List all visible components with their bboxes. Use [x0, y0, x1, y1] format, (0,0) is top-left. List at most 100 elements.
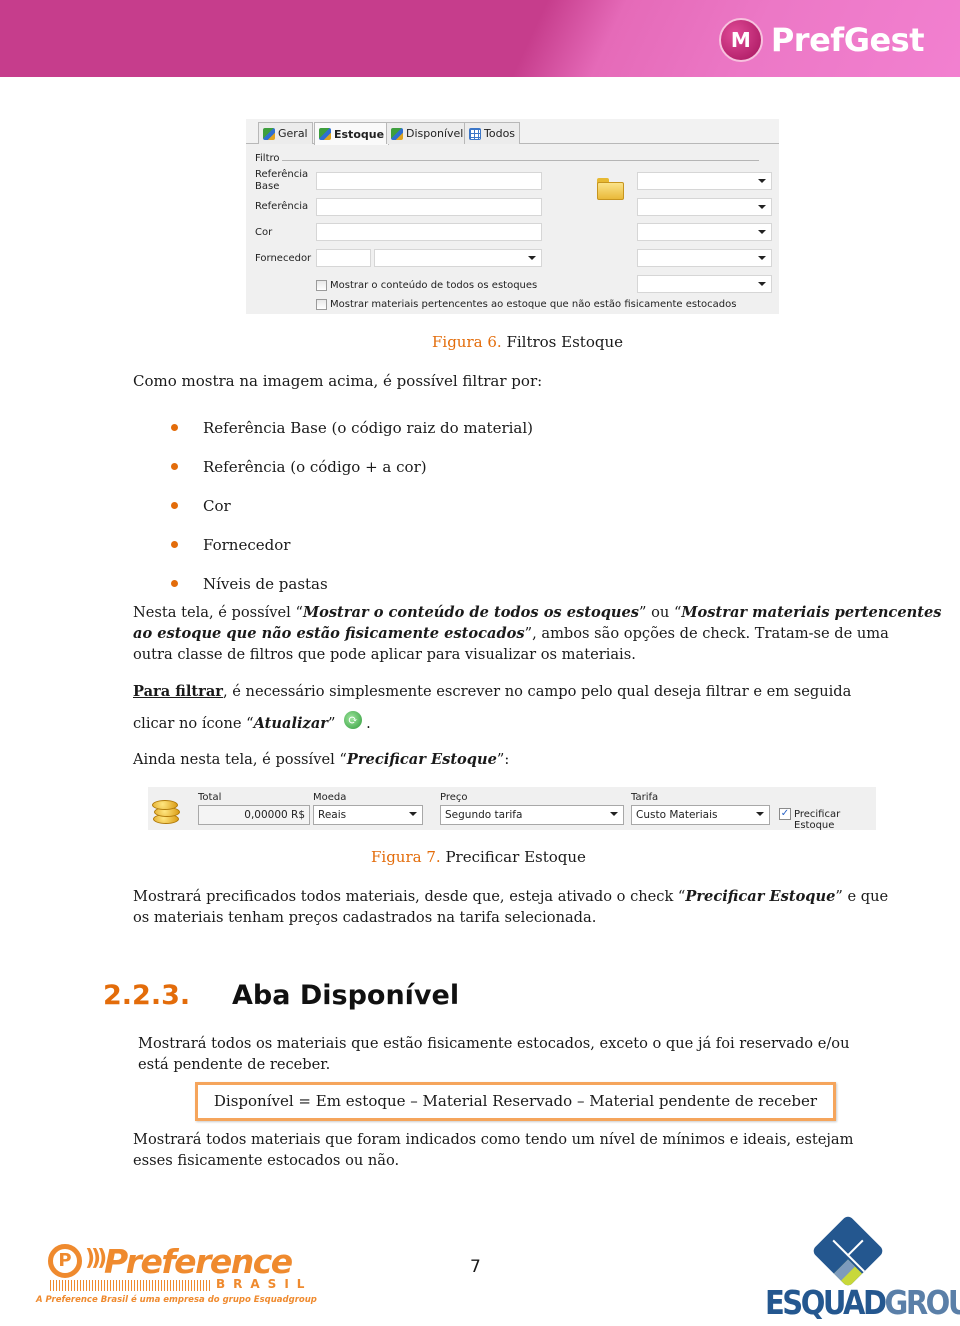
prefgest-logo: M PrefGest [718, 18, 925, 62]
text: ”: [496, 751, 510, 768]
show-all-stocks-label: Mostrar o conteúdo de todos os estoques [330, 280, 538, 291]
tab-todos[interactable]: Todos [464, 122, 521, 144]
referencia-label: Referência [255, 201, 309, 212]
moeda-select-value: Reais [318, 809, 347, 821]
checkmark-icon: ✓ [780, 808, 790, 819]
list-item: Níveis de pastas [171, 564, 533, 603]
esquadgroup-wordmark: ESQUADGROUP [765, 1283, 960, 1322]
chevron-down-icon [610, 812, 618, 816]
wordmark-part: GROUP [884, 1283, 960, 1323]
bullet-icon [171, 463, 178, 470]
tarifa-select[interactable]: Custo Materiais [631, 805, 770, 825]
pricing-screenshot: Total 0,00000 R$ Moeda Reais Preço Segun… [148, 787, 876, 831]
chevron-down-icon [528, 256, 536, 260]
cor-input[interactable] [316, 223, 542, 241]
list-item-text: Fornecedor [203, 535, 291, 554]
list-item: Cor [171, 486, 533, 525]
header-banner: M PrefGest [0, 0, 960, 77]
section-para2-line1: Mostrará todos materiais que foram indic… [133, 1131, 854, 1148]
cor-label: Cor [255, 227, 273, 238]
section-number: 2.2.3. [103, 980, 191, 1011]
fornecedor-code-input[interactable] [316, 249, 371, 267]
preference-wordmark: Preference [104, 1242, 293, 1281]
emphasis: Mostrar o conteúdo de todos os estoques [302, 604, 640, 621]
tab-label: Estoque [334, 127, 385, 141]
precificar-estoque-checkbox[interactable]: ✓ [779, 808, 791, 820]
text: , é necessário simplesmente escrever no … [223, 683, 852, 700]
show-not-stocked-label: Mostrar materiais pertencentes ao estoqu… [330, 299, 737, 310]
prefgest-logo-icon: M [718, 18, 763, 62]
para-filtrar-link[interactable]: Para filtrar [133, 683, 223, 700]
stock-filter-screenshot: Geral Estoque Disponível Todos Filtro Re… [246, 119, 779, 314]
cubes-icon [263, 127, 275, 140]
folder-level-select-3[interactable] [637, 223, 772, 241]
section-para1-line2: está pendente de receber. [138, 1056, 331, 1073]
fornecedor-label: Fornecedor [255, 253, 312, 264]
esquadgroup-diamond-icon [811, 1214, 885, 1288]
esquadgroup-logo: ESQUADGROUP [760, 1214, 960, 1322]
paragraph-check-options-line2: ao estoque que não estão fisicamente est… [133, 623, 889, 644]
chevron-down-icon [758, 282, 766, 286]
tab-bar: Geral Estoque Disponível Todos [246, 119, 779, 145]
referencia-input[interactable] [316, 198, 542, 216]
section-para1-line1: Mostrará todos os materiais que estão fi… [138, 1035, 850, 1052]
folder-level-select-1[interactable] [637, 172, 772, 190]
emphasis: Mostrar materiais pertencentes [681, 604, 942, 621]
total-value-field: 0,00000 R$ [198, 805, 310, 825]
folder-level-select-4[interactable] [637, 249, 772, 267]
preco-select[interactable]: Segundo tarifa [440, 805, 624, 825]
fornecedor-select[interactable] [374, 249, 542, 267]
emphasis: Precificar Estoque [346, 751, 497, 768]
figure-title: Filtros Estoque [501, 333, 623, 351]
figure-number: Figura 6. [432, 333, 502, 351]
text: ” [328, 715, 336, 732]
folder-level-select-2[interactable] [637, 198, 772, 216]
section-heading: 2.2.3. Aba Disponível [103, 980, 459, 1011]
tab-label: Geral [278, 127, 308, 140]
tab-geral[interactable]: Geral [258, 122, 313, 144]
paragraph-pricing: Ainda nesta tela, é possível “Precificar… [133, 749, 509, 770]
paragraph-filter-line1: Para filtrar, é necessário simplesmente … [133, 681, 851, 702]
chevron-down-icon [409, 812, 417, 816]
bullet-icon [171, 502, 178, 509]
referencia-base-input[interactable] [316, 172, 542, 190]
figure-title: Precificar Estoque [440, 848, 586, 866]
brasil-text: BRASIL [216, 1277, 313, 1291]
tab-estoque[interactable]: Estoque [314, 122, 390, 145]
text: ” e que [835, 888, 889, 905]
show-all-stocks-checkbox[interactable] [316, 280, 327, 291]
paragraph-check-options-line1: Nesta tela, é possível “Mostrar o conteú… [133, 602, 941, 623]
preco-select-value: Segundo tarifa [445, 809, 523, 821]
filter-group-divider [282, 160, 759, 161]
list-item-text: Referência (o código + a cor) [203, 457, 427, 476]
text: ”, ambos são opções de check. Tratam-se … [524, 625, 889, 642]
folder-icon[interactable] [597, 178, 624, 200]
cubes-icon [391, 127, 403, 140]
tab-disponivel[interactable]: Disponível [386, 122, 469, 144]
list-item: Fornecedor [171, 525, 533, 564]
text: ” ou “ [639, 604, 682, 621]
filter-group-label: Filtro [255, 153, 280, 164]
show-not-stocked-checkbox[interactable] [316, 299, 327, 310]
figure-number: Figura 7. [371, 848, 441, 866]
intro-text: Como mostra na imagem acima, é possível … [133, 372, 543, 390]
logo-bars [50, 1280, 210, 1291]
prefgest-logo-text: PrefGest [770, 21, 925, 59]
figure-6-caption: Figura 6. Filtros Estoque [432, 333, 623, 351]
paragraph-check-options-line3: outra classe de filtros que pode aplicar… [133, 646, 636, 663]
wordmark-part: ESQUAD [765, 1283, 887, 1323]
paragraph-pricing-desc-line1: Mostrará precificados todos materiais, d… [133, 886, 888, 907]
folder-level-select-5[interactable] [637, 275, 772, 293]
list-item-text: Níveis de pastas [203, 574, 328, 593]
tarifa-select-value: Custo Materiais [636, 809, 718, 821]
preference-p-icon: P [48, 1244, 82, 1278]
grid-icon [469, 127, 481, 140]
refresh-icon: ⟳ [344, 711, 363, 729]
tab-label: Disponível [406, 127, 464, 140]
preference-brasil-logo: P ))) Preference BRASIL A Preference Bra… [36, 1240, 317, 1310]
section-para2-line2: esses fisicamente estocados ou não. [133, 1152, 400, 1169]
bullet-icon [171, 541, 178, 548]
tarifa-label: Tarifa [631, 792, 659, 803]
moeda-select[interactable]: Reais [313, 805, 423, 825]
chevron-down-icon [756, 812, 764, 816]
